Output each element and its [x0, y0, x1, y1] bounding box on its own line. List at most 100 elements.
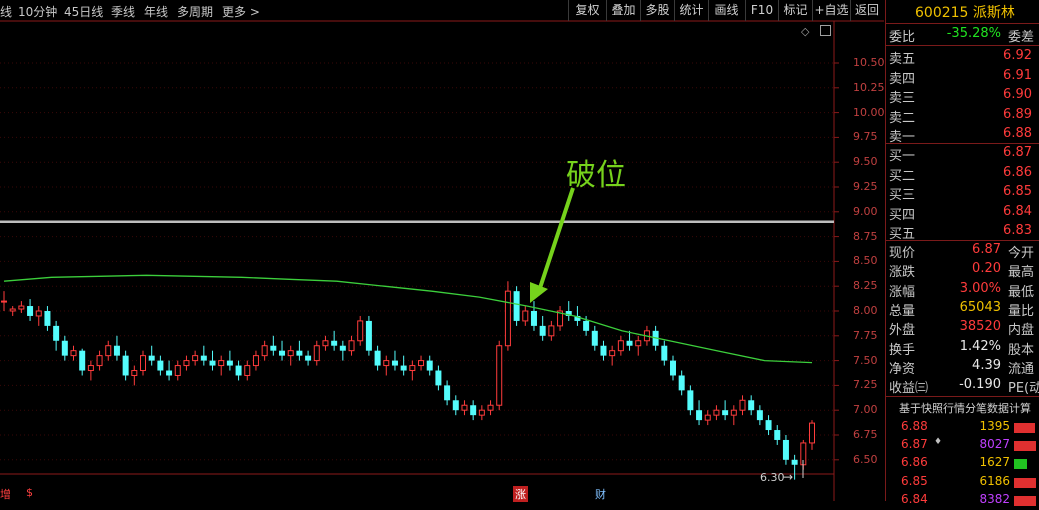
- candle-body: [374, 350, 381, 366]
- trade-volume: 8382: [979, 491, 1010, 506]
- buy-level-2-label: 买二: [889, 168, 916, 184]
- y-tick-label: 9.75: [853, 130, 878, 144]
- candle-body: [739, 399, 746, 411]
- candle-body: [470, 405, 477, 416]
- add-favorite-button[interactable]: +自选: [813, 1, 850, 20]
- sell-level-2: 卖二 6.89: [885, 107, 1039, 126]
- sell-level-5: 卖五 6.92: [885, 48, 1039, 67]
- f10-button[interactable]: F10: [746, 1, 778, 20]
- candle-body: [122, 355, 129, 376]
- period-day[interactable]: 线: [0, 3, 12, 20]
- quote-panel: 600215 派斯林 委比 -35.28% 委差 卖五 6.92 卖四 6.91 卖三 6…: [885, 0, 1039, 506]
- period-multi[interactable]: 多周期: [177, 3, 213, 20]
- marker-zeng[interactable]: 增: [0, 486, 11, 502]
- period-quarter[interactable]: 季线: [111, 3, 135, 20]
- sell-level-3: 卖三 6.90: [885, 87, 1039, 106]
- arrow-right-icon: →: [783, 470, 794, 484]
- candle-body: [539, 325, 546, 336]
- candle-body: [661, 345, 668, 361]
- draw-line-button[interactable]: 画线: [709, 1, 744, 20]
- candle-body: [365, 320, 372, 351]
- period-10min[interactable]: 10分钟: [18, 3, 57, 20]
- fuquan-button[interactable]: 复权: [569, 1, 606, 20]
- trade-row[interactable]: 6.88 1395: [885, 419, 1039, 437]
- sell-level-2-value: 6.89: [1003, 106, 1032, 122]
- multi-stock-button[interactable]: 多股: [641, 1, 674, 20]
- candle-body: [756, 410, 763, 421]
- candle-body: [148, 355, 155, 361]
- y-tick-label: 7.00: [853, 403, 878, 417]
- buy-level-2-value: 6.86: [1003, 164, 1032, 180]
- trade-price: 6.85: [901, 473, 928, 488]
- sell-level-4-label: 卖四: [889, 71, 916, 87]
- trade-row[interactable]: 6.87 ♦ 8027: [885, 437, 1039, 455]
- mark-button[interactable]: 标记: [779, 1, 812, 20]
- quote-row-value: 0.20: [972, 261, 1001, 277]
- quote-row-value: 65043: [959, 299, 1001, 315]
- trade-volume: 8027: [979, 437, 1010, 452]
- quote-row-label: 总量: [889, 303, 916, 319]
- trade-volume: 1627: [979, 455, 1010, 470]
- quote-row-value: 6.87: [972, 242, 1001, 257]
- candle-body: [166, 370, 173, 376]
- overlay-button[interactable]: 叠加: [607, 1, 640, 20]
- diamond-icon[interactable]: ◇: [801, 25, 809, 38]
- buy-level-3-label: 买三: [889, 188, 916, 203]
- candle-body: [765, 420, 772, 431]
- marker-cai[interactable]: 财: [595, 486, 606, 502]
- candle-body: [609, 350, 616, 357]
- candle-body: [331, 340, 338, 346]
- trade-volume-bar: [1014, 423, 1035, 433]
- candle-body: [296, 350, 303, 356]
- candle-body: [791, 459, 798, 465]
- period-45day[interactable]: 45日线: [64, 3, 103, 20]
- candle-body: [435, 370, 442, 386]
- candle-body: [209, 360, 216, 366]
- candle-body: [18, 305, 25, 310]
- candle-body: [9, 308, 16, 312]
- candle-body: [87, 365, 94, 372]
- candle-body: [53, 325, 60, 341]
- period-year[interactable]: 年线: [144, 3, 168, 20]
- candle-body: [809, 422, 815, 444]
- candle-body: [348, 340, 355, 352]
- quote-row: 净资 4.39 流通: [885, 358, 1039, 377]
- candle-body: [70, 350, 77, 357]
- candle-body: [305, 355, 312, 361]
- candle-body: [704, 414, 711, 421]
- y-tick-label: 6.75: [853, 428, 878, 441]
- buy-level-5-value: 6.83: [1003, 223, 1032, 238]
- y-tick-label: 7.75: [853, 328, 878, 342]
- trade-row[interactable]: 6.86 1627: [885, 455, 1039, 473]
- candle-body: [261, 345, 268, 357]
- trade-row[interactable]: 6.85 6186: [885, 474, 1039, 492]
- candle-body: [244, 365, 251, 376]
- candle-body: [617, 340, 624, 352]
- candle-body: [496, 345, 503, 406]
- quote-row: 总量 65043 量比: [885, 300, 1039, 319]
- toolbar: 线 10分钟 45日线 季线 年线 多周期 更多 > 复权 叠加 多股 统计 画…: [0, 0, 884, 21]
- annotation-breakdown: 破位: [566, 158, 626, 193]
- y-tick-label: 8.00: [853, 304, 878, 317]
- quote-row: 换手 1.42% 股本: [885, 339, 1039, 358]
- candle-body: [44, 311, 51, 326]
- period-more[interactable]: 更多 >: [222, 3, 260, 20]
- quote-row-value: 1.42%: [959, 338, 1001, 354]
- marker-dollar[interactable]: $: [26, 486, 33, 499]
- y-tick-label: 8.75: [853, 229, 878, 243]
- candle-body: [270, 345, 277, 351]
- trade-price: 6.84: [901, 491, 928, 506]
- candle-body: [357, 320, 364, 342]
- candle-body: [35, 310, 42, 317]
- candle-body: [591, 330, 598, 346]
- marker-zhang[interactable]: 涨: [513, 486, 528, 502]
- statistics-button[interactable]: 统计: [675, 1, 708, 20]
- candle-body: [140, 355, 147, 372]
- window-toggle-icon[interactable]: [820, 25, 831, 36]
- sell-level-4-value: 6.91: [1003, 67, 1032, 83]
- candle-body: [678, 375, 685, 391]
- back-button[interactable]: 返回: [851, 1, 883, 20]
- quote-row-extra-label: 最低: [1008, 284, 1035, 300]
- kline-chart[interactable]: [0, 0, 884, 501]
- y-tick-label: 8.25: [853, 279, 878, 293]
